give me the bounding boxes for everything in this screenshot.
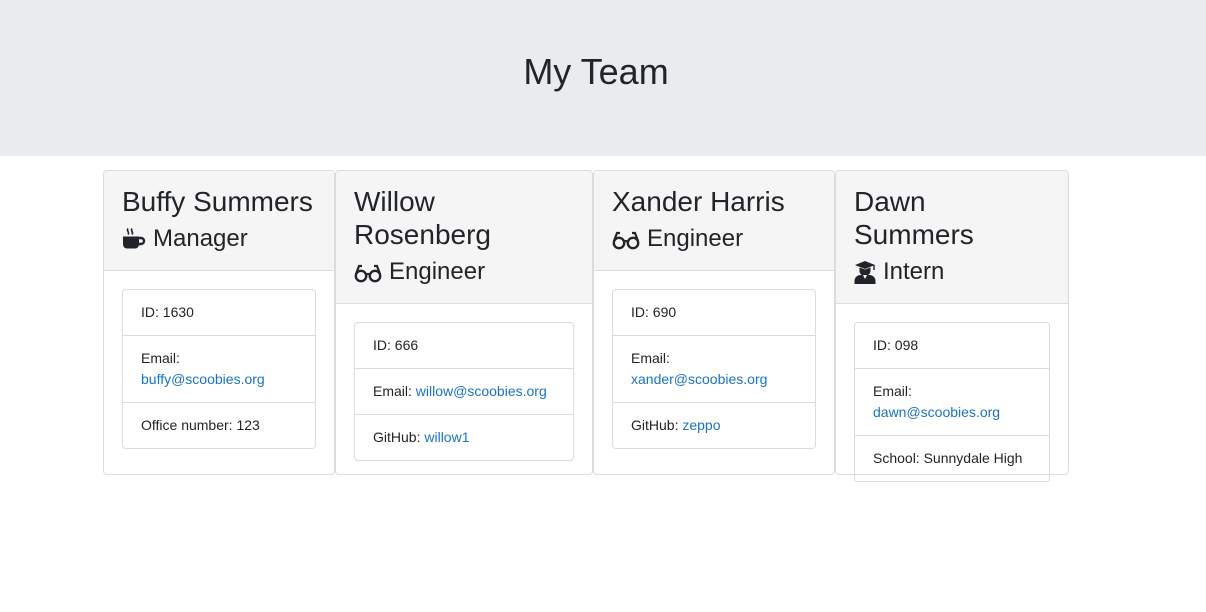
employee-id: ID: 1630 [123, 290, 315, 336]
employee-email-item: Email: buffy@scoobies.org [123, 336, 315, 403]
github-link[interactable]: zeppo [682, 417, 720, 433]
coffee-icon [123, 228, 146, 249]
employee-name: Xander Harris [612, 186, 785, 217]
glasses-icon [354, 264, 382, 283]
employee-card: Xander Harris Engineer ID: 690 Email: xa… [593, 170, 835, 475]
employee-card: Willow Rosenberg Engineer ID: 666 Email:… [335, 170, 593, 475]
role-label: Engineer [389, 258, 486, 285]
role-label: Manager [153, 225, 248, 252]
email-label: Email: [141, 350, 180, 366]
employee-id: ID: 666 [355, 323, 573, 369]
employee-id: ID: 690 [613, 290, 815, 336]
employee-github-item: GitHub: zeppo [613, 403, 815, 448]
role-label: Engineer [647, 225, 744, 252]
email-link[interactable]: willow@scoobies.org [416, 383, 547, 399]
card-header: Dawn Summers Intern [836, 171, 1068, 304]
glasses-icon [612, 231, 640, 250]
employee-details: ID: 098 Email: dawn@scoobies.org School:… [854, 322, 1050, 482]
employee-name: Dawn Summers [854, 186, 974, 250]
github-label: GitHub: [373, 429, 421, 445]
employee-role: Engineer [612, 224, 816, 254]
card-header: Xander Harris Engineer [594, 171, 834, 271]
email-label: Email: [373, 383, 412, 399]
email-label: Email: [873, 383, 912, 399]
employee-card: Buffy Summers Manager ID: 1630 Email: bu… [103, 170, 335, 475]
page-title: My Team [523, 51, 669, 92]
employee-email-item: Email: xander@scoobies.org [613, 336, 815, 403]
employee-email-item: Email: dawn@scoobies.org [855, 369, 1049, 436]
page-header: My Team [0, 0, 1206, 156]
card-header: Buffy Summers Manager [104, 171, 334, 271]
employee-school: School: Sunnydale High [873, 450, 1023, 466]
email-link[interactable]: dawn@scoobies.org [873, 404, 1000, 420]
email-link[interactable]: buffy@scoobies.org [141, 371, 265, 387]
github-link[interactable]: willow1 [424, 429, 469, 445]
employee-name: Buffy Summers [122, 186, 313, 217]
employee-details: ID: 690 Email: xander@scoobies.org GitHu… [612, 289, 816, 449]
email-label: Email: [631, 350, 670, 366]
graduate-icon [854, 261, 876, 284]
employee-id: ID: 098 [855, 323, 1049, 369]
employee-role: Manager [122, 224, 316, 254]
employee-details: ID: 666 Email: willow@scoobies.org GitHu… [354, 322, 574, 461]
employee-name: Willow Rosenberg [354, 186, 491, 250]
employee-email-item: Email: willow@scoobies.org [355, 369, 573, 415]
employee-github-item: GitHub: willow1 [355, 415, 573, 460]
github-label: GitHub: [631, 417, 679, 433]
email-link[interactable]: xander@scoobies.org [631, 371, 767, 387]
employee-role: Intern [854, 257, 1050, 287]
employee-details: ID: 1630 Email: buffy@scoobies.org Offic… [122, 289, 316, 449]
employee-role: Engineer [354, 257, 574, 287]
role-label: Intern [883, 258, 945, 285]
employee-card: Dawn Summers Intern ID: 098 Email: dawn@… [835, 170, 1069, 482]
employee-office: Office number: 123 [141, 417, 260, 433]
card-header: Willow Rosenberg Engineer [336, 171, 592, 304]
